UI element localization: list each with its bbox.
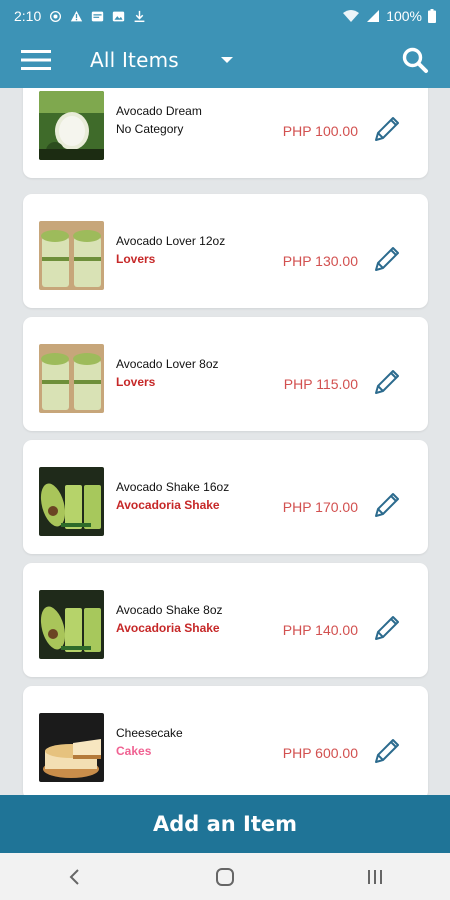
item-card[interactable]: Avocado Lover 8oz Lovers PHP 115.00: [23, 317, 428, 431]
cheesecake-image: [39, 713, 104, 782]
add-item-button[interactable]: Add an Item: [0, 795, 450, 853]
avocado-lover-image: [39, 221, 104, 290]
avocado-shake-image: [39, 467, 104, 536]
pencil-icon: [375, 117, 399, 141]
avocado-dream-image: [39, 91, 104, 160]
item-price: PHP 130.00: [282, 253, 358, 269]
item-thumbnail: [39, 91, 104, 160]
edit-item-button[interactable]: [370, 242, 404, 276]
item-category: Avocadoria Shake: [116, 498, 220, 512]
pencil-icon: [375, 493, 399, 517]
home-button[interactable]: [195, 857, 255, 897]
pencil-icon: [375, 739, 399, 763]
pencil-icon: [375, 247, 399, 271]
battery-percent: 100%: [386, 8, 422, 24]
item-price: PHP 115.00: [283, 376, 358, 392]
item-card[interactable]: Avocado Shake 8oz Avocadoria Shake PHP 1…: [23, 563, 428, 677]
image-icon: [113, 11, 125, 21]
avocado-shake-image: [39, 590, 104, 659]
item-thumbnail: [39, 221, 104, 290]
battery-icon: [428, 9, 436, 23]
edit-item-button[interactable]: [370, 365, 404, 399]
system-nav-bar: [0, 853, 450, 900]
item-thumbnail: [39, 344, 104, 413]
status-bar: 2:10 100%: [0, 0, 450, 32]
item-price: PHP 140.00: [282, 622, 358, 638]
category-filter-dropdown[interactable]: All Items: [90, 48, 233, 72]
item-thumbnail: [39, 467, 104, 536]
recents-icon: [368, 869, 382, 884]
edit-item-button[interactable]: [370, 734, 404, 768]
item-card[interactable]: Avocado Lover 12oz Lovers PHP 130.00: [23, 194, 428, 308]
signal-icon: [367, 10, 380, 22]
filter-label: All Items: [90, 48, 179, 72]
item-category: Avocadoria Shake: [116, 621, 220, 635]
wifi-icon: [343, 10, 360, 22]
edit-item-button[interactable]: [370, 611, 404, 645]
back-icon: [69, 868, 79, 885]
download-icon: [134, 10, 145, 22]
item-card[interactable]: Avocado Shake 16oz Avocadoria Shake PHP …: [23, 440, 428, 554]
item-card[interactable]: Cheesecake Cakes PHP 600.00: [23, 686, 428, 795]
whatsapp-icon: [50, 10, 62, 22]
edit-item-button[interactable]: [370, 488, 404, 522]
item-category: Lovers: [116, 375, 156, 389]
item-thumbnail: [39, 713, 104, 782]
search-icon: [402, 47, 428, 73]
pencil-icon: [375, 616, 399, 640]
recents-button[interactable]: [345, 857, 405, 897]
status-time: 2:10: [14, 8, 42, 24]
pencil-icon: [375, 370, 399, 394]
item-list[interactable]: Avocado Dream No Category PHP 100.00 Avo…: [0, 88, 450, 795]
item-name: Avocado Shake 16oz: [116, 480, 230, 494]
item-category: Lovers: [116, 252, 156, 266]
menu-button[interactable]: [0, 32, 72, 88]
avocado-lover-image: [39, 344, 104, 413]
item-price: PHP 100.00: [282, 123, 358, 139]
menu-icon: [21, 50, 51, 70]
item-name: Avocado Dream: [116, 104, 202, 118]
item-category: No Category: [116, 122, 184, 136]
edit-item-button[interactable]: [370, 112, 404, 146]
item-category: Cakes: [116, 744, 152, 758]
item-name: Cheesecake: [116, 726, 183, 740]
item-card[interactable]: Avocado Dream No Category PHP 100.00: [23, 88, 428, 178]
item-name: Avocado Lover 12oz: [116, 234, 226, 248]
back-button[interactable]: [45, 857, 105, 897]
search-button[interactable]: [380, 32, 450, 88]
app-bar: All Items: [0, 32, 450, 88]
item-name: Avocado Shake 8oz: [116, 603, 223, 617]
alert-icon: [71, 10, 83, 21]
item-price: PHP 600.00: [282, 745, 358, 761]
dropdown-caret-icon: [220, 57, 233, 63]
message-icon: [92, 11, 104, 21]
item-price: PHP 170.00: [282, 499, 358, 515]
item-name: Avocado Lover 8oz: [116, 357, 219, 371]
item-thumbnail: [39, 590, 104, 659]
home-icon: [216, 867, 234, 886]
